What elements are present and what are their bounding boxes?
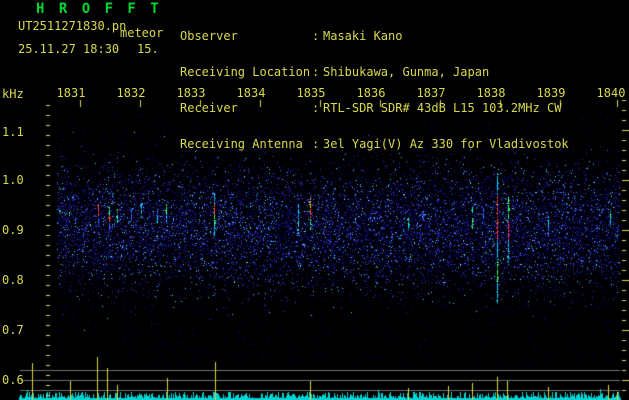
level-axis-label: 0.7 [2, 323, 24, 337]
freq-axis-label: 1834 [236, 86, 266, 100]
freq-axis-label: 1833 [176, 86, 206, 100]
header-label: Receiver [180, 101, 238, 115]
header-label: Receiving Location [180, 65, 311, 79]
hrofft-window: H R O F F T UT2511271830.pn meteor 25.11… [0, 0, 629, 400]
level-axis-label: 0.6 [2, 373, 24, 387]
header-separator: : [312, 101, 320, 115]
header-row-observer: Observer: Masaki Kano [180, 30, 569, 42]
level-axis-label: 1.0 [2, 173, 24, 187]
header-row-location: Receiving Location: Shibukawa, Gunma, Jap… [180, 66, 569, 78]
level-axis-label: 0.9 [2, 223, 24, 237]
freq-axis-label: 1840 [596, 86, 626, 100]
header-row-antenna: Receiving Antenna:3el Yagi(V) Az 330 for… [180, 138, 569, 150]
header-label: Receiving Antenna [180, 137, 303, 151]
header-separator: : [312, 29, 320, 43]
level-axis-label: 1.1 [2, 125, 24, 139]
param-text: 15. [137, 42, 159, 56]
freq-axis-label: 1832 [116, 86, 146, 100]
header-separator: : [312, 137, 320, 151]
freq-axis-label: 1836 [356, 86, 386, 100]
header-separator: : [312, 65, 320, 79]
filename-text: UT2511271830.pn [18, 19, 127, 33]
header-value: RTL-SDR SDR# 43dB L15 103.2MHz CW [323, 101, 562, 115]
header-value: Shibukawa, Gunma, Japan [323, 65, 490, 79]
comment-text: meteor [120, 26, 164, 40]
freq-axis-label: 1831 [56, 86, 86, 100]
freq-axis-label: 1837 [416, 86, 446, 100]
header-value: Masaki Kano [323, 29, 403, 43]
datetime-text: 25.11.27 18:30 [18, 42, 120, 56]
app-title: H R O F F T [36, 1, 162, 17]
khz-unit-label: kHz [2, 87, 24, 101]
header-row-receiver: Receiver: RTL-SDR SDR# 43dB L15 103.2MHz … [180, 102, 569, 114]
header-value: 3el Yagi(V) Az 330 for Vladivostok [323, 137, 569, 151]
freq-axis-label: 1839 [536, 86, 566, 100]
freq-axis-label: 1835 [296, 86, 326, 100]
freq-axis-label: 1838 [476, 86, 506, 100]
header-label: Observer [180, 29, 238, 43]
level-axis-label: 0.8 [2, 273, 24, 287]
